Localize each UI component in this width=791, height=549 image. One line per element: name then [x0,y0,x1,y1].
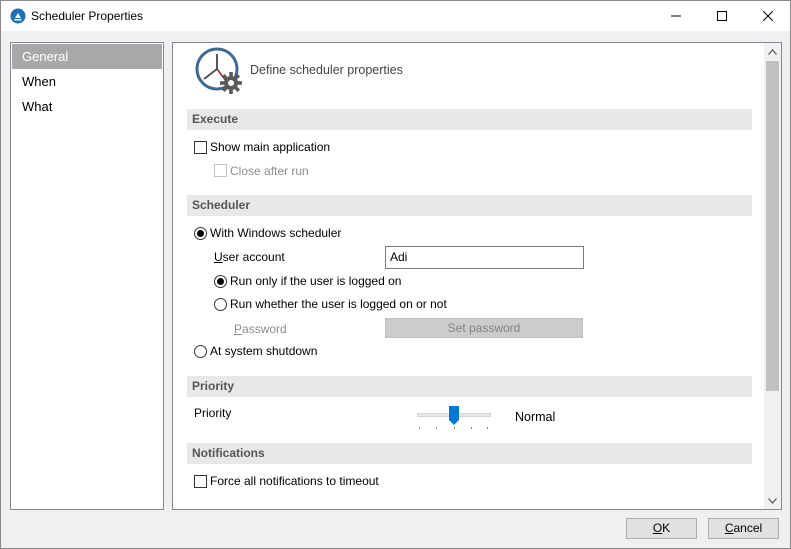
user-account-label-mnemonic: U [214,250,223,264]
scheduler-properties-dialog: Scheduler Properties General When What D… [0,0,791,549]
ok-button[interactable]: OK [626,518,697,539]
maximize-icon [717,11,727,21]
minimize-button[interactable] [653,1,699,31]
sidebar-item-when[interactable]: When [12,69,162,94]
cancel-button-text: ancel [733,521,763,535]
at-system-shutdown-radio[interactable] [194,345,207,358]
priority-label: Priority [194,406,232,420]
user-account-label: User account [214,250,285,264]
run-whether-logged-on-label[interactable]: Run whether the user is logged on or not [230,297,447,311]
run-only-logged-on-label[interactable]: Run only if the user is logged on [230,274,401,288]
section-notifications: Notifications [187,443,752,464]
user-account-label-text: ser account [222,250,285,264]
section-priority: Priority [187,376,752,397]
slider-tick [471,427,472,429]
close-button[interactable] [745,1,791,31]
slider-tick [454,427,455,429]
with-windows-scheduler-radio[interactable] [194,227,207,240]
scroll-up-icon[interactable] [764,43,781,60]
show-main-application-checkbox[interactable] [194,141,207,154]
cancel-button[interactable]: Cancel [708,518,779,539]
vertical-scrollbar[interactable] [764,43,781,509]
slider-tick [487,427,488,429]
ok-button-mnemonic: O [652,521,663,535]
scroll-down-icon[interactable] [764,492,781,509]
section-execute: Execute [187,109,752,130]
sidebar-item-what[interactable]: What [12,94,162,119]
user-account-input[interactable]: Adi [385,246,584,269]
maximize-button[interactable] [699,1,745,31]
header-description: Define scheduler properties [250,63,403,77]
section-scheduler: Scheduler [187,195,752,216]
password-label: Password [234,322,287,336]
close-after-run-label: Close after run [230,164,309,178]
properties-panel: Define scheduler properties Execute Show… [172,42,782,510]
force-notifications-timeout-checkbox[interactable] [194,475,207,488]
slider-tick [419,427,420,429]
set-password-button: Set password [385,318,583,338]
title-bar: Scheduler Properties [1,1,790,31]
close-icon [763,11,773,21]
properties-scroll-area: Define scheduler properties Execute Show… [173,43,765,509]
run-only-logged-on-radio[interactable] [214,275,227,288]
force-notifications-timeout-label[interactable]: Force all notifications to timeout [210,474,379,488]
run-whether-logged-on-radio[interactable] [214,298,227,311]
priority-slider-thumb[interactable] [449,406,459,425]
app-icon [10,8,26,24]
clock-gear-icon [194,46,246,98]
password-label-text: assword [242,322,287,336]
minimize-icon [671,15,681,17]
priority-value: Normal [515,410,556,424]
password-label-mnemonic: P [234,322,243,336]
at-system-shutdown-label[interactable]: At system shutdown [210,344,317,358]
with-windows-scheduler-label[interactable]: With Windows scheduler [210,226,341,240]
sidebar-item-general[interactable]: General [12,44,162,69]
show-main-application-label[interactable]: Show main application [210,140,330,154]
slider-tick [436,427,437,429]
sidebar-nav: General When What [10,42,164,510]
close-after-run-checkbox [214,164,227,177]
window-title: Scheduler Properties [31,9,144,23]
scrollbar-thumb[interactable] [766,61,779,391]
ok-button-text: K [662,521,671,535]
